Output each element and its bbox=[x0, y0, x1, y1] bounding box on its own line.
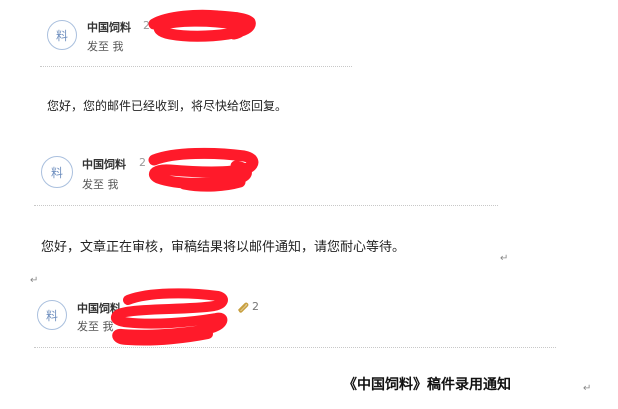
paragraph-mark-3: ↵ bbox=[30, 275, 39, 286]
paragraph-mark-2: ↵ bbox=[500, 253, 509, 264]
email-divider-3 bbox=[34, 347, 556, 348]
paperclip-icon bbox=[238, 302, 249, 313]
email-header-1: 料 中国饲料 2 发至 我 bbox=[0, 0, 618, 70]
avatar-char-2: 料 bbox=[50, 165, 63, 180]
sender-avatar-3[interactable]: 料 bbox=[37, 300, 67, 330]
email-divider-1 bbox=[40, 66, 352, 67]
sender-name-2[interactable]: 中国饲料 bbox=[82, 156, 126, 172]
paragraph-mark-4: ↵ bbox=[583, 383, 592, 394]
attachment-indicator[interactable]: 2 bbox=[236, 300, 259, 313]
attachment-count: 2 bbox=[252, 300, 259, 313]
avatar-char-3: 料 bbox=[45, 308, 58, 323]
email-header-2: 料 中国饲料 2 发至 我 bbox=[0, 140, 618, 210]
avatar-char-1: 料 bbox=[55, 28, 68, 43]
sender-avatar-2[interactable]: 料 bbox=[41, 156, 73, 188]
sender-avatar-1[interactable]: 料 bbox=[47, 20, 77, 50]
email-divider-2 bbox=[34, 205, 498, 206]
redaction-scribble-3 bbox=[111, 288, 228, 346]
notice-title: 《中国饲料》稿件录用通知 bbox=[343, 377, 511, 393]
email-body-1: 您好，您的邮件已经收到，将尽快给您回复。 bbox=[47, 99, 288, 113]
recipient-label-2: 发至 我 bbox=[82, 178, 119, 191]
email-header-3: 料 中国饲料 发至 我 2 bbox=[0, 288, 618, 350]
sender-name-1[interactable]: 中国饲料 bbox=[87, 19, 131, 35]
email-body-2: 您好，文章正在审核，审稿结果将以邮件通知，请您耐心等待。 bbox=[41, 240, 406, 255]
recipient-label-1: 发至 我 bbox=[87, 40, 124, 53]
redaction-scribble-2 bbox=[148, 147, 259, 192]
redaction-scribble-1 bbox=[148, 9, 256, 42]
